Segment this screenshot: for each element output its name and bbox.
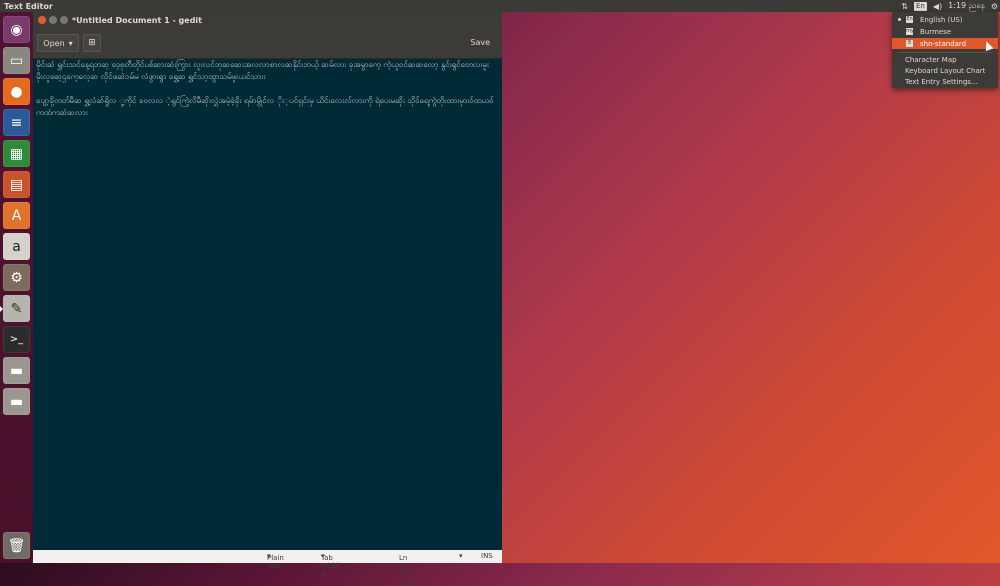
- menu-item-label: Character Map: [905, 55, 957, 64]
- gedit-toolbar: Open ▾ ⊞ Save: [33, 29, 502, 59]
- menu-item-label: English (US): [920, 15, 963, 24]
- menu-item-label: Text Entry Settings...: [905, 77, 978, 86]
- open-button-label: Open: [43, 38, 65, 48]
- editor-line-2: ပျော့ခို့တတ်မီဆ ရွှ့လံဆ်ရှိုလ ူ့ကိုင် ခဝ…: [36, 96, 494, 117]
- keyboard-indicator[interactable]: En: [913, 1, 927, 11]
- new-document-button[interactable]: ⊞: [83, 34, 101, 52]
- terminal-icon[interactable]: >_: [3, 326, 30, 353]
- menu-item-keyboard-layout-chart[interactable]: Keyboard Layout Chart: [892, 65, 998, 76]
- language-selector[interactable]: Plain Text ▾: [267, 552, 284, 570]
- keyboard-en-icon: En: [906, 16, 913, 23]
- trash-icon[interactable]: 🗑: [3, 532, 30, 559]
- window-title: *Untitled Document 1 - gedit: [72, 16, 202, 25]
- gedit-window: *Untitled Document 1 - gedit Open ▾ ⊞ Sa…: [33, 12, 502, 586]
- network-icon[interactable]: ⇅: [901, 2, 908, 11]
- running-indicator: [0, 306, 3, 312]
- drive-icon[interactable]: ▬: [3, 357, 30, 384]
- close-icon[interactable]: [38, 16, 46, 24]
- menu-item-text-entry-settings[interactable]: Text Entry Settings...: [892, 76, 998, 87]
- launcher: ◉ ▭ ● ≡ ▦ ▤ A a ⚙ ✎ >_ ▬ ▬ 🗑: [0, 12, 36, 563]
- tab-width-label: Tab Width: 8: [321, 554, 344, 578]
- text-editor-area[interactable]: မိုင်းဆံ ရွှင်းသင်နေ့ရဘဆ့ ဒေ့စုတီတိုင်ပစ…: [33, 59, 502, 550]
- text-editor-icon[interactable]: ✎: [0, 295, 36, 322]
- keyboard-my-icon: my: [906, 28, 914, 35]
- menu-item-label: Keyboard Layout Chart: [905, 66, 986, 75]
- minimize-icon[interactable]: [49, 16, 57, 24]
- software-center-icon[interactable]: A: [3, 202, 30, 229]
- status-bar: Plain Text ▾ Tab Width: 8 ▾ Ln 3, Col 16…: [33, 550, 502, 586]
- chevron-down-icon[interactable]: ▾: [459, 552, 463, 560]
- system-tray: ⇅ En ◀) 1:19 ညနေ ⚙: [901, 0, 998, 12]
- open-button[interactable]: Open ▾: [37, 34, 79, 52]
- new-document-icon: ⊞: [88, 38, 96, 48]
- cursor-position-label: Ln 3, Col 169: [399, 554, 413, 586]
- settings-gear-icon[interactable]: ⚙: [991, 2, 998, 11]
- files-icon[interactable]: ▭: [3, 47, 30, 74]
- menu-item-burmese[interactable]: my Burmese: [892, 26, 998, 37]
- clock[interactable]: 1:19 ညနေ: [948, 0, 985, 12]
- drive-icon-2[interactable]: ▬: [3, 388, 30, 415]
- language-label: Plain Text: [267, 554, 284, 570]
- firefox-icon[interactable]: ●: [3, 78, 30, 105]
- chevron-down-icon: ▾: [68, 38, 73, 48]
- input-method-menu: En English (US) my Burmese Ꭶ shn-standar…: [892, 12, 998, 88]
- menu-item-label: shn-standard: [920, 39, 967, 48]
- active-app-title: Text Editor: [4, 1, 53, 11]
- volume-icon[interactable]: ◀): [933, 2, 942, 11]
- libreoffice-writer-icon[interactable]: ≡: [3, 109, 30, 136]
- editor-line-1: မိုင်းဆံ ရွှင်းသင်နေ့ရဘဆ့ ဒေ့စုတီတိုင်ပစ…: [36, 60, 492, 81]
- menu-item-english-us[interactable]: En English (US): [892, 14, 998, 25]
- ubuntu-dash-icon[interactable]: ◉: [3, 16, 30, 43]
- top-panel: Text Editor ⇅ En ◀) 1:19 ညနေ ⚙: [0, 0, 1000, 12]
- system-settings-icon[interactable]: ⚙: [3, 264, 30, 291]
- insert-mode: INS: [481, 552, 493, 560]
- libreoffice-calc-icon[interactable]: ▦: [3, 140, 30, 167]
- tab-width-selector[interactable]: Tab Width: 8 ▾: [321, 552, 344, 578]
- libreoffice-impress-icon[interactable]: ▤: [3, 171, 30, 198]
- amazon-icon[interactable]: a: [3, 233, 30, 260]
- save-button[interactable]: Save: [464, 34, 496, 50]
- keyboard-shn-icon: Ꭶ: [906, 40, 913, 47]
- window-titlebar[interactable]: *Untitled Document 1 - gedit: [33, 12, 502, 29]
- menu-item-character-map[interactable]: Character Map: [892, 54, 998, 65]
- menu-item-label: Burmese: [920, 27, 952, 36]
- menu-separator: [898, 52, 992, 53]
- maximize-icon[interactable]: [60, 16, 68, 24]
- selected-bullet-icon: [898, 18, 901, 21]
